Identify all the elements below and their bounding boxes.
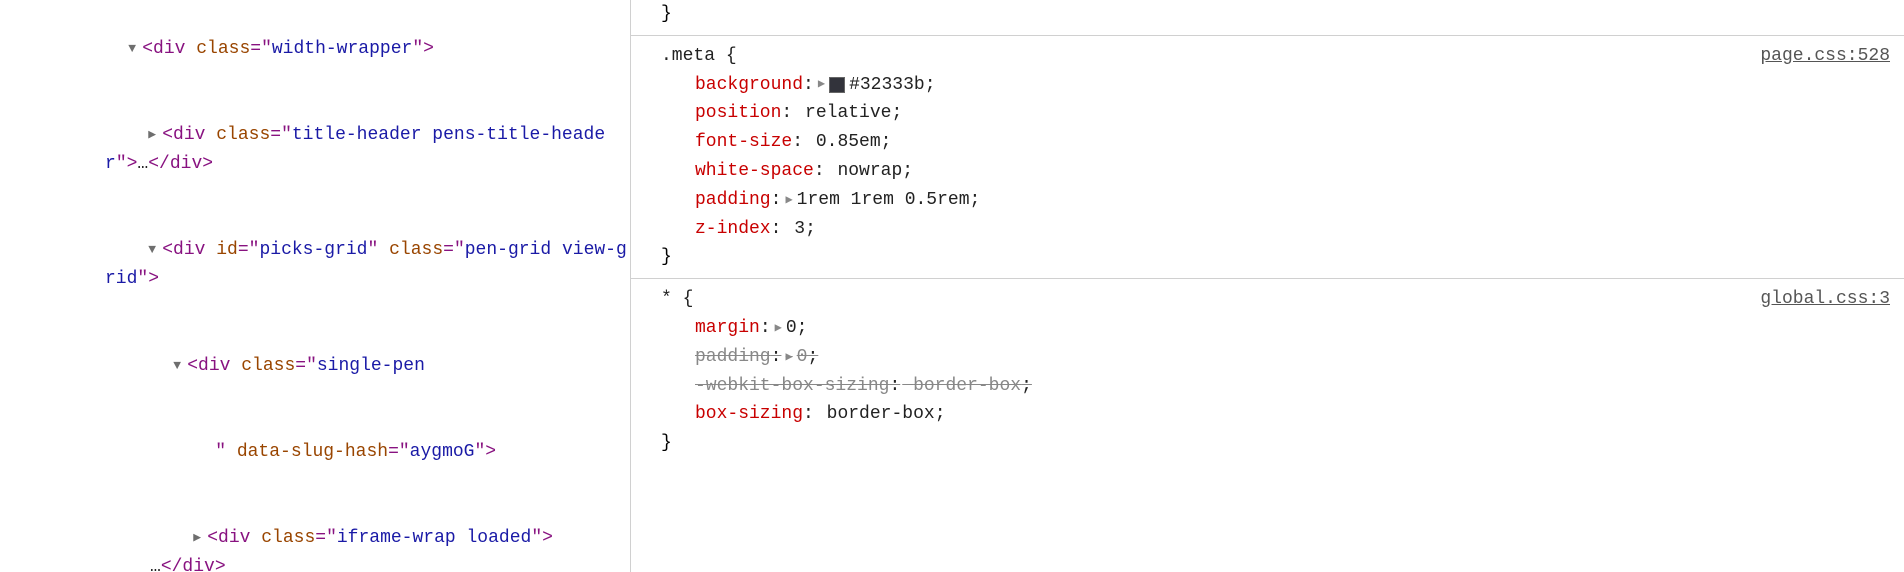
css-declaration[interactable]: position: relative; (661, 99, 1890, 128)
ellipsis[interactable]: … (137, 154, 148, 174)
css-rule[interactable]: page.css:528 .meta { background:▶#32333b… (631, 35, 1904, 278)
rule-close-brace: } (661, 429, 1890, 458)
css-declaration[interactable]: font-size: 0.85em; (661, 128, 1890, 157)
css-value[interactable]: 0 (797, 343, 808, 372)
attr-name: id (216, 240, 238, 260)
css-value[interactable]: border-box (913, 372, 1021, 401)
open-brace: { (715, 46, 737, 66)
expand-icon[interactable]: ▶ (785, 191, 792, 210)
open-brace: { (672, 289, 694, 309)
css-property[interactable]: -webkit-box-sizing (695, 372, 889, 401)
css-property[interactable]: z-index (695, 215, 771, 244)
dom-node[interactable]: <div class="single-pen (0, 323, 630, 409)
source-link[interactable]: global.css:3 (1760, 285, 1890, 314)
css-declaration-overridden[interactable]: -webkit-box-sizing: border-box; (661, 372, 1890, 401)
attr-value-trail: " (215, 442, 237, 462)
css-value[interactable]: border-box (827, 400, 935, 429)
attr-name: class (196, 39, 250, 59)
dom-node-continuation[interactable]: " data-slug-hash="aygmoG"> (0, 409, 630, 495)
css-value[interactable]: 0.85em (816, 128, 881, 157)
elements-panel: <div class="width-wrapper"> <div class="… (0, 0, 630, 572)
css-value[interactable]: 1rem 1rem 0.5rem (797, 186, 970, 215)
attr-value: width-wrapper (272, 39, 412, 59)
disclosure-closed-icon[interactable] (148, 125, 162, 146)
css-value[interactable]: nowrap (837, 157, 902, 186)
css-declaration[interactable]: margin:▶0; (661, 314, 1890, 343)
css-value[interactable]: #32333b (849, 71, 925, 100)
disclosure-closed-icon[interactable] (193, 528, 207, 549)
attr-value: aygmoG (410, 442, 475, 462)
selector[interactable]: .meta (661, 46, 715, 66)
source-link[interactable]: page.css:528 (1760, 42, 1890, 71)
dom-node[interactable]: <div class="iframe-wrap loaded">…</div> (0, 496, 630, 572)
dom-node[interactable]: <div class="width-wrapper"> (0, 6, 630, 92)
expand-icon[interactable]: ▶ (785, 348, 792, 367)
css-property[interactable]: padding (695, 343, 771, 372)
css-property[interactable]: box-sizing (695, 400, 803, 429)
disclosure-open-icon[interactable] (148, 240, 162, 261)
expand-icon[interactable]: ▶ (818, 75, 825, 94)
selector[interactable]: * (661, 289, 672, 309)
css-declaration[interactable]: padding:▶1rem 1rem 0.5rem; (661, 186, 1890, 215)
css-declaration[interactable]: background:▶#32333b; (661, 71, 1890, 100)
css-property[interactable]: padding (695, 186, 771, 215)
styles-panel: } page.css:528 .meta { background:▶#3233… (630, 0, 1904, 572)
tag-close-angle: "> (412, 39, 434, 59)
tag-open: <div (162, 125, 205, 145)
attr-name: data-slug-hash (237, 442, 388, 462)
rule-close-brace: } (661, 0, 1890, 29)
css-property[interactable]: background (695, 71, 803, 100)
css-rule[interactable]: global.css:3 * { margin:▶0; padding:▶0; … (631, 278, 1904, 464)
css-property[interactable]: margin (695, 314, 760, 343)
disclosure-open-icon[interactable] (128, 39, 142, 60)
attr-name: class (216, 125, 270, 145)
css-declaration[interactable]: box-sizing: border-box; (661, 400, 1890, 429)
attr-value: single-pen (317, 356, 425, 376)
expand-icon[interactable]: ▶ (775, 319, 782, 338)
dom-node[interactable]: <div id="picks-grid" class="pen-grid vie… (0, 208, 630, 323)
css-property[interactable]: white-space (695, 157, 814, 186)
disclosure-open-icon[interactable] (173, 356, 187, 377)
css-declaration[interactable]: white-space: nowrap; (661, 157, 1890, 186)
ellipsis[interactable]: … (150, 557, 161, 572)
attr-value: picks-grid (259, 240, 367, 260)
css-property[interactable]: font-size (695, 128, 792, 157)
css-property[interactable]: position (695, 99, 781, 128)
tag-open: <div (142, 39, 185, 59)
rule-selector-line[interactable]: .meta { (661, 42, 1890, 71)
css-value[interactable]: 0 (786, 314, 797, 343)
rule-selector-line[interactable]: * { (661, 285, 1890, 314)
attr-name: class (389, 240, 443, 260)
attr-name: class (261, 528, 315, 548)
tag-open: <div (162, 240, 205, 260)
tag-open: <div (207, 528, 250, 548)
tag-open: <div (187, 356, 230, 376)
css-value[interactable]: relative (805, 99, 891, 128)
tag-close: </div> (161, 557, 226, 572)
tag-close: </div> (148, 154, 213, 174)
attr-name: class (241, 356, 295, 376)
css-value[interactable]: 3 (794, 215, 805, 244)
dom-node[interactable]: <div class="title-header pens-title-head… (0, 92, 630, 207)
css-declaration[interactable]: z-index: 3; (661, 215, 1890, 244)
rule-close-brace: } (661, 243, 1890, 272)
css-rule[interactable]: } (631, 0, 1904, 35)
color-swatch[interactable] (829, 77, 845, 93)
attr-value: iframe-wrap loaded (337, 528, 531, 548)
css-declaration-overridden[interactable]: padding:▶0; (661, 343, 1890, 372)
